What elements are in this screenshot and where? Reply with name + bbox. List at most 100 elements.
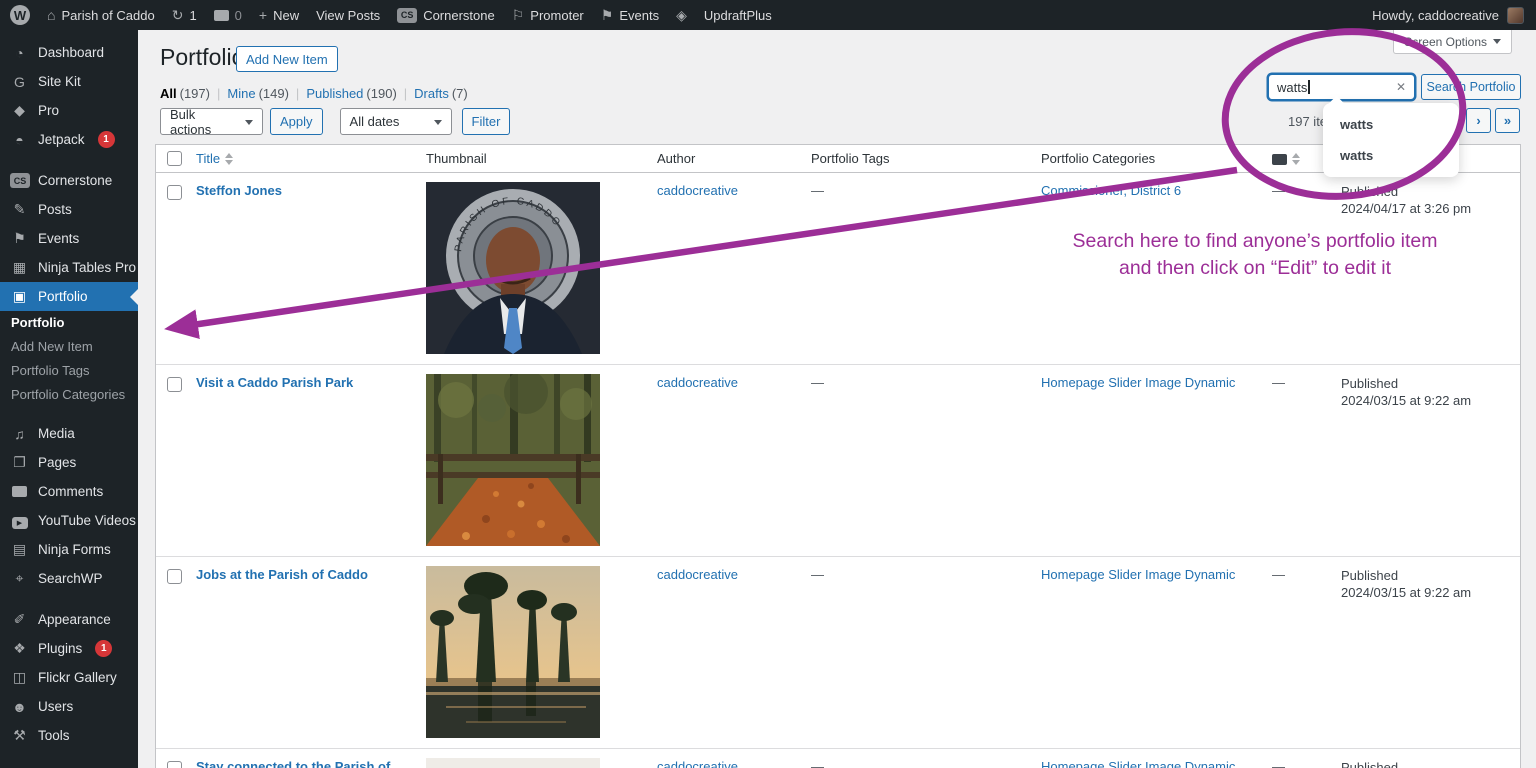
sidebar-item-plugins[interactable]: ❖ Plugins 1 [0,634,138,663]
jetpack-icon: ◓ [10,132,29,148]
row-date: Published [1341,759,1398,768]
sidebar-item-flickr-gallery[interactable]: ◫ Flickr Gallery [0,663,138,692]
sidebar-item-appearance[interactable]: ✐ Appearance [0,605,138,634]
status-filter-link[interactable]: Drafts [414,86,449,101]
updraftplus-link[interactable]: UpdraftPlus [704,8,772,23]
admin-toolbar: W ⌂ Parish of Caddo ↻ 1 0 + New View Pos… [0,0,1536,30]
row-title-link[interactable]: Stay connected to the Parish of [196,759,390,768]
updraft-diamond-icon[interactable]: ◈ [676,8,687,22]
sidebar-item-media[interactable]: ♫ Media [0,419,138,448]
sidebar-item-jetpack[interactable]: ◓ Jetpack 1 [0,125,138,154]
clear-search-icon[interactable]: ✕ [1396,80,1406,94]
events-link[interactable]: ⚑ Events [601,8,659,23]
sidebar-item-users[interactable]: ☻ Users [0,692,138,721]
media-icon: ♫ [10,426,29,442]
site-kit-icon: G [10,74,29,90]
apply-button[interactable]: Apply [270,108,323,135]
next-page-button[interactable]: › [1466,108,1491,133]
posts-icon: ✎ [10,201,29,218]
searchwp-icon: ⌖ [10,570,29,587]
updates-link[interactable]: ↻ 1 [172,8,197,23]
dashboard-icon: ◔ [10,45,29,61]
table-row: Stay connected to the Parish of caddocre… [156,749,1520,768]
site-name-label: Parish of Caddo [61,8,154,23]
sidebar-item-searchwp[interactable]: ⌖ SearchWP [0,564,138,593]
sidebar-item-events[interactable]: ⚑ Events [0,224,138,253]
promoter-link[interactable]: ⚐ Promoter [512,8,584,23]
dates-filter-select[interactable]: All dates [340,108,452,135]
row-checkbox[interactable] [167,185,182,200]
sidebar-item-ninja-forms[interactable]: ▤ Ninja Forms [0,535,138,564]
last-page-button[interactable]: » [1495,108,1520,133]
row-checkbox[interactable] [167,761,182,768]
sidebar-item-ninja-tables-pro[interactable]: ▦ Ninja Tables Pro [0,253,138,282]
sidebar-item-site-kit[interactable]: G Site Kit [0,67,138,96]
search-suggestion-item[interactable]: watts [1323,140,1459,171]
promoter-flag-icon: ⚐ [512,8,525,22]
row-tags-value: — [811,375,824,390]
thumbnail-image[interactable] [426,758,600,768]
row-categories-link[interactable]: Homepage Slider Image Dynamic [1041,759,1271,768]
sidebar-subitem-portfolio-categories[interactable]: Portfolio Categories [0,383,138,407]
user-avatar[interactable] [1507,7,1524,24]
comments-column-header[interactable] [1272,153,1300,165]
sidebar-item-tools[interactable]: ⚒ Tools [0,721,138,750]
sidebar-item-posts[interactable]: ✎ Posts [0,195,138,224]
sidebar-item-pro[interactable]: ◆ Pro [0,96,138,125]
filter-button[interactable]: Filter [462,108,511,135]
sidebar-separator [0,407,138,419]
thumbnail-image[interactable]: PARISH OF CADDO [426,182,600,354]
sidebar-separator [0,154,138,166]
cornerstone-link[interactable]: CS Cornerstone [397,8,495,23]
row-author-link[interactable]: caddocreative [657,183,738,198]
row-categories-link[interactable]: Homepage Slider Image Dynamic [1041,567,1271,582]
sidebar-subitem-portfolio[interactable]: Portfolio [0,311,138,335]
row-title-link[interactable]: Steffon Jones [196,183,282,198]
status-filter-link[interactable]: Mine [227,86,255,101]
chevron-down-icon [1493,39,1501,44]
sidebar-subitem-portfolio-tags[interactable]: Portfolio Tags [0,359,138,383]
row-author-link[interactable]: caddocreative [657,567,738,582]
row-title-link[interactable]: Jobs at the Parish of Caddo [196,567,368,582]
events-icon: ⚑ [10,230,29,247]
add-new-item-button[interactable]: Add New Item [236,46,338,72]
thumbnail-image[interactable] [426,566,600,738]
view-posts-link[interactable]: View Posts [316,8,380,23]
search-suggestion-item[interactable]: watts [1323,109,1459,140]
table-row: Steffon Jones PARISH OF CADDO caddocreat… [156,173,1520,365]
row-comments-value: — [1272,759,1285,768]
wordpress-logo-icon[interactable]: W [10,5,30,25]
row-title-link[interactable]: Visit a Caddo Parish Park [196,375,353,390]
sidebar-item-portfolio[interactable]: ▣ Portfolio [0,282,138,311]
search-suggestions-dropdown: wattswatts [1323,103,1459,177]
site-name-link[interactable]: ⌂ Parish of Caddo [47,8,155,23]
screen-options-tab[interactable]: Screen Options [1393,30,1512,54]
sidebar-item-comments[interactable]: Comments [0,477,138,506]
row-checkbox[interactable] [167,569,182,584]
update-count-badge: 1 [95,640,112,657]
row-categories-link[interactable]: Commissioner, District 6 [1041,183,1271,198]
row-categories-link[interactable]: Homepage Slider Image Dynamic [1041,375,1271,390]
comments-link[interactable]: 0 [214,8,242,23]
title-column-header[interactable]: Title [196,151,233,166]
status-filter-link[interactable]: Published [306,86,363,101]
row-author-link[interactable]: caddocreative [657,375,738,390]
sidebar-item-youtube-videos[interactable]: ▶ YouTube Videos [0,506,138,535]
wordpress-admin-page: W ⌂ Parish of Caddo ↻ 1 0 + New View Pos… [0,0,1536,768]
bulk-actions-select[interactable]: Bulk actions [160,108,263,135]
select-all-checkbox[interactable] [167,151,182,166]
status-filter-link[interactable]: All [160,86,177,101]
row-checkbox[interactable] [167,377,182,392]
search-portfolio-button[interactable]: Search Portfolio [1421,74,1521,100]
sidebar-item-dashboard[interactable]: ◔ Dashboard [0,38,138,67]
search-input[interactable]: watts ✕ [1268,74,1415,100]
active-menu-arrow [130,289,138,305]
cornerstone-icon: CS [10,173,29,188]
sidebar-item-pages[interactable]: ❐ Pages [0,448,138,477]
sidebar-subitem-add-new-item[interactable]: Add New Item [0,335,138,359]
howdy-label[interactable]: Howdy, caddocreative [1372,8,1499,23]
thumbnail-image[interactable] [426,374,600,546]
new-content-link[interactable]: + New [259,8,299,23]
sidebar-item-cornerstone[interactable]: CS Cornerstone [0,166,138,195]
row-author-link[interactable]: caddocreative [657,759,738,768]
